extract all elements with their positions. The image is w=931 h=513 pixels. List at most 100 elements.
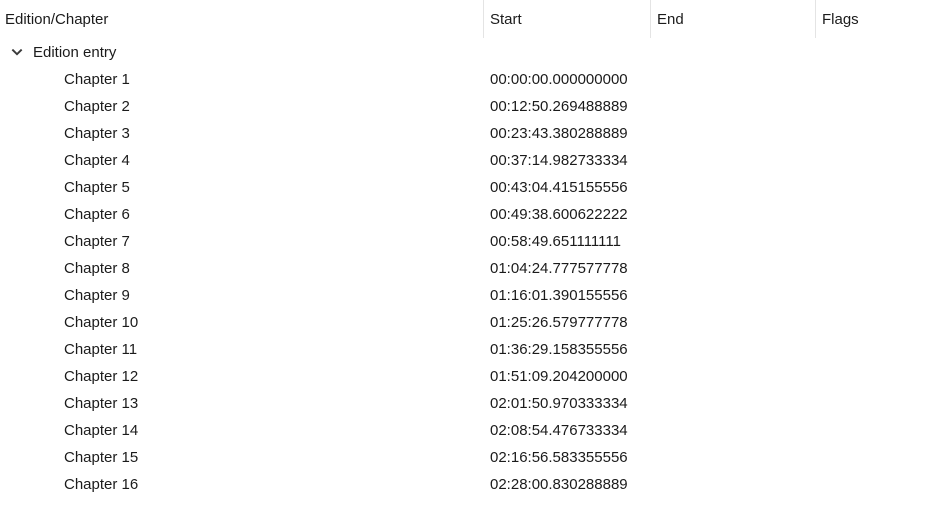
table-row[interactable]: Chapter 1 00:00:00.000000000	[0, 65, 931, 92]
tree-cell-start: 00:00:00.000000000	[483, 65, 650, 92]
chapter-start-timecode: 01:16:01.390155556	[490, 286, 628, 304]
table-row[interactable]: Chapter 5 00:43:04.415155556	[0, 173, 931, 200]
tree-cell-name: Chapter 5	[0, 173, 483, 200]
table-row[interactable]: Chapter 3 00:23:43.380288889	[0, 119, 931, 146]
tree-cell-start: 02:28:00.830288889	[483, 470, 650, 497]
tree-cell-start: 01:36:29.158355556	[483, 335, 650, 362]
tree-cell-flags	[815, 416, 931, 443]
chapter-label: Chapter 1	[64, 70, 130, 88]
tree-cell-end	[650, 38, 815, 65]
tree-cell-name: Chapter 15	[0, 443, 483, 470]
tree-cell-name: Chapter 12	[0, 362, 483, 389]
tree-cell-start: 00:12:50.269488889	[483, 92, 650, 119]
table-row[interactable]: Chapter 13 02:01:50.970333334	[0, 389, 931, 416]
tree-cell-name: Chapter 8	[0, 254, 483, 281]
tree-cell-flags	[815, 92, 931, 119]
tree-cell-name: Chapter 4	[0, 146, 483, 173]
table-row[interactable]: Chapter 11 01:36:29.158355556	[0, 335, 931, 362]
column-resize-handle-end[interactable]	[650, 0, 651, 38]
chapter-start-timecode: 02:28:00.830288889	[490, 475, 628, 493]
tree-cell-start: 01:16:01.390155556	[483, 281, 650, 308]
chapter-rows-host: Chapter 1 00:00:00.000000000 Chapter 2 0…	[0, 65, 931, 497]
tree-cell-end	[650, 389, 815, 416]
table-row[interactable]: Chapter 10 01:25:26.579777778	[0, 308, 931, 335]
tree-cell-flags	[815, 65, 931, 92]
tree-cell-flags	[815, 119, 931, 146]
tree-cell-end	[650, 416, 815, 443]
tree-cell-end	[650, 443, 815, 470]
table-row[interactable]: Chapter 6 00:49:38.600622222	[0, 200, 931, 227]
tree-cell-start: 00:58:49.651111111	[483, 227, 650, 254]
chapter-start-timecode: 00:37:14.982733334	[490, 151, 628, 169]
tree-cell-name: Chapter 10	[0, 308, 483, 335]
table-row[interactable]: Chapter 4 00:37:14.982733334	[0, 146, 931, 173]
chapter-label: Chapter 14	[64, 421, 139, 439]
column-header-flags[interactable]: Flags	[815, 0, 931, 38]
column-header-start[interactable]: Start	[483, 0, 650, 38]
column-resize-handle-start[interactable]	[483, 0, 484, 38]
chapter-start-timecode: 02:01:50.970333334	[490, 394, 628, 412]
tree-cell-end	[650, 92, 815, 119]
chapter-start-timecode: 01:04:24.777577778	[490, 259, 628, 277]
tree-cell-flags	[815, 308, 931, 335]
chapter-label: Chapter 2	[64, 97, 130, 115]
tree-cell-start: 01:04:24.777577778	[483, 254, 650, 281]
tree-cell-flags	[815, 38, 931, 65]
chapter-start-timecode: 00:00:00.000000000	[490, 70, 628, 88]
tree-cell-name: Chapter 16	[0, 470, 483, 497]
tree-cell-start: 00:23:43.380288889	[483, 119, 650, 146]
tree-cell-end	[650, 119, 815, 146]
chapter-label: Chapter 4	[64, 151, 130, 169]
chapter-start-timecode: 00:43:04.415155556	[490, 178, 628, 196]
column-header-name-label: Edition/Chapter	[5, 11, 109, 28]
chapter-start-timecode: 01:25:26.579777778	[490, 313, 628, 331]
column-header-end-label: End	[657, 11, 684, 28]
edition-entry-label: Edition entry	[33, 43, 117, 61]
table-row[interactable]: Chapter 16 02:28:00.830288889	[0, 470, 931, 497]
tree-cell-flags	[815, 173, 931, 200]
tree-cell-name: Chapter 6	[0, 200, 483, 227]
column-header-end[interactable]: End	[650, 0, 815, 38]
tree-cell-start: 00:37:14.982733334	[483, 146, 650, 173]
chapter-start-timecode: 00:58:49.651111111	[490, 232, 621, 250]
table-row[interactable]: Chapter 7 00:58:49.651111111	[0, 227, 931, 254]
column-header-flags-label: Flags	[822, 11, 859, 28]
tree-cell-start: 01:51:09.204200000	[483, 362, 650, 389]
chapter-start-timecode: 00:49:38.600622222	[490, 205, 628, 223]
tree-cell-flags	[815, 227, 931, 254]
tree-cell-end	[650, 335, 815, 362]
tree-cell-name: Chapter 13	[0, 389, 483, 416]
tree-cell-flags	[815, 281, 931, 308]
tree-cell-name: Chapter 11	[0, 335, 483, 362]
tree-cell-name: Chapter 14	[0, 416, 483, 443]
tree-cell-end	[650, 65, 815, 92]
tree-cell-end	[650, 200, 815, 227]
tree-cell-flags	[815, 254, 931, 281]
chapter-start-timecode: 00:23:43.380288889	[490, 124, 628, 142]
chapter-start-timecode: 02:08:54.476733334	[490, 421, 628, 439]
tree-cell-flags	[815, 443, 931, 470]
column-header-name[interactable]: Edition/Chapter	[0, 0, 483, 38]
chapter-label: Chapter 11	[64, 340, 138, 358]
tree-row-edition-entry[interactable]: Edition entry	[0, 38, 931, 65]
table-row[interactable]: Chapter 2 00:12:50.269488889	[0, 92, 931, 119]
tree-cell-start	[483, 38, 650, 65]
table-row[interactable]: Chapter 15 02:16:56.583355556	[0, 443, 931, 470]
table-row[interactable]: Chapter 12 01:51:09.204200000	[0, 362, 931, 389]
tree-cell-start: 00:43:04.415155556	[483, 173, 650, 200]
table-row[interactable]: Chapter 9 01:16:01.390155556	[0, 281, 931, 308]
tree-cell-end	[650, 470, 815, 497]
chapter-label: Chapter 13	[64, 394, 139, 412]
chapter-start-timecode: 01:51:09.204200000	[490, 367, 628, 385]
chapter-label: Chapter 16	[64, 475, 139, 493]
chapter-start-timecode: 00:12:50.269488889	[490, 97, 628, 115]
tree-cell-flags	[815, 146, 931, 173]
tree-cell-start: 01:25:26.579777778	[483, 308, 650, 335]
table-row[interactable]: Chapter 8 01:04:24.777577778	[0, 254, 931, 281]
tree-cell-flags	[815, 335, 931, 362]
column-resize-handle-flags[interactable]	[815, 0, 816, 38]
tree-cell-start: 00:49:38.600622222	[483, 200, 650, 227]
table-row[interactable]: Chapter 14 02:08:54.476733334	[0, 416, 931, 443]
tree-cell-end	[650, 281, 815, 308]
tree-cell-name: Chapter 1	[0, 65, 483, 92]
